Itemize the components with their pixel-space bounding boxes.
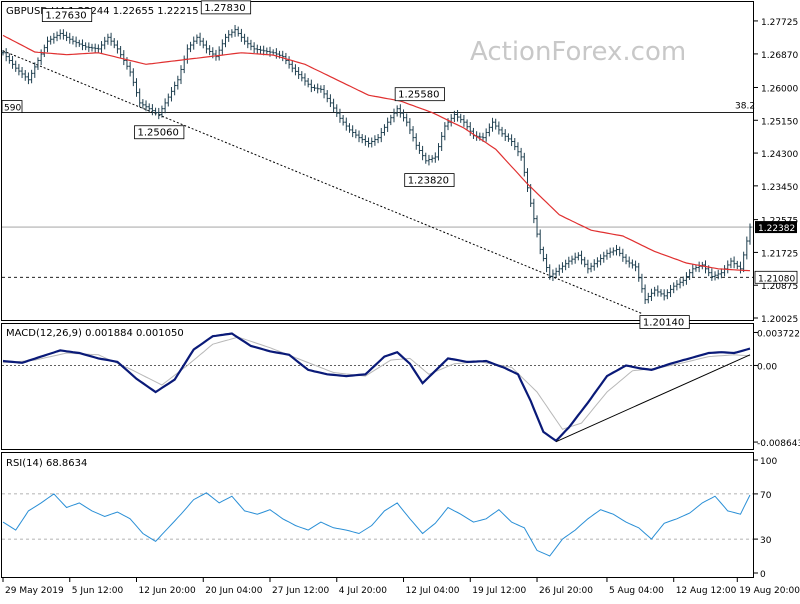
price-annotation-label: 1.23820	[408, 176, 449, 187]
price-y-tick-label: 1.27725	[761, 18, 798, 28]
x-tick-label: 5 Aug 04:00	[609, 586, 664, 596]
last-price-label: 1.22382	[758, 224, 795, 234]
price-y-tick-label: 1.25150	[761, 117, 798, 127]
price-annotation-label: 1.25580	[398, 90, 439, 101]
x-tick-label: 19 Aug 20:00	[739, 586, 800, 596]
fib-left-label: 590	[4, 104, 21, 114]
x-tick-label: 12 Aug 12:00	[676, 586, 737, 596]
x-tick-label: 29 May 2019	[5, 586, 64, 596]
support-level-label: 1.21080	[758, 274, 795, 284]
chart-root: ActionForex.com GBPUSD,H4 1.22244 1.2265…	[0, 0, 800, 600]
price-annotation-label: 1.25060	[138, 128, 179, 139]
chart-canvas: ActionForex.com GBPUSD,H4 1.22244 1.2265…	[0, 0, 800, 600]
rsi-header: RSI(14) 68.8634	[6, 458, 87, 469]
macd-header: MACD(12,26,9) 0.001884 0.001050	[6, 328, 184, 339]
rsi-y-tick-label: 70	[760, 491, 772, 501]
price-y-tick-label: 1.23450	[761, 183, 798, 193]
x-tick-label: 12 Jun 20:00	[139, 586, 196, 596]
price-y-tick-label: 1.20025	[761, 315, 798, 325]
price-annotation-label: 1.20140	[643, 318, 684, 329]
x-tick-label: 19 Jul 12:00	[472, 586, 526, 596]
price-annotation-label: 1.27830	[204, 3, 245, 14]
price-annotation-label: 1.27630	[45, 11, 86, 22]
x-tick-label: 12 Jul 04:00	[406, 586, 460, 596]
x-tick-label: 27 Jun 12:00	[272, 586, 329, 596]
macd-y-tick-label: 0.003722	[757, 329, 800, 339]
macd-y-tick-label: 0.00	[757, 362, 777, 372]
price-y-tick-label: 1.21725	[761, 249, 798, 259]
rsi-y-tick-label: 100	[760, 457, 777, 467]
macd-y-tick-label: -0.008643	[757, 439, 800, 449]
fib-level-label: 38.2	[735, 102, 755, 112]
price-y-tick-label: 1.26000	[761, 84, 798, 94]
x-tick-label: 26 Jul 20:00	[539, 586, 593, 596]
x-tick-label: 5 Jun 12:00	[72, 586, 124, 596]
price-y-tick-label: 1.24300	[761, 150, 798, 160]
rsi-y-tick-label: 0	[760, 570, 766, 580]
x-tick-label: 20 Jun 04:00	[205, 586, 262, 596]
x-tick-label: 4 Jul 20:00	[339, 586, 388, 596]
rsi-y-tick-label: 30	[760, 536, 772, 546]
watermark: ActionForex.com	[470, 37, 686, 67]
price-y-tick-label: 1.26870	[761, 51, 798, 61]
